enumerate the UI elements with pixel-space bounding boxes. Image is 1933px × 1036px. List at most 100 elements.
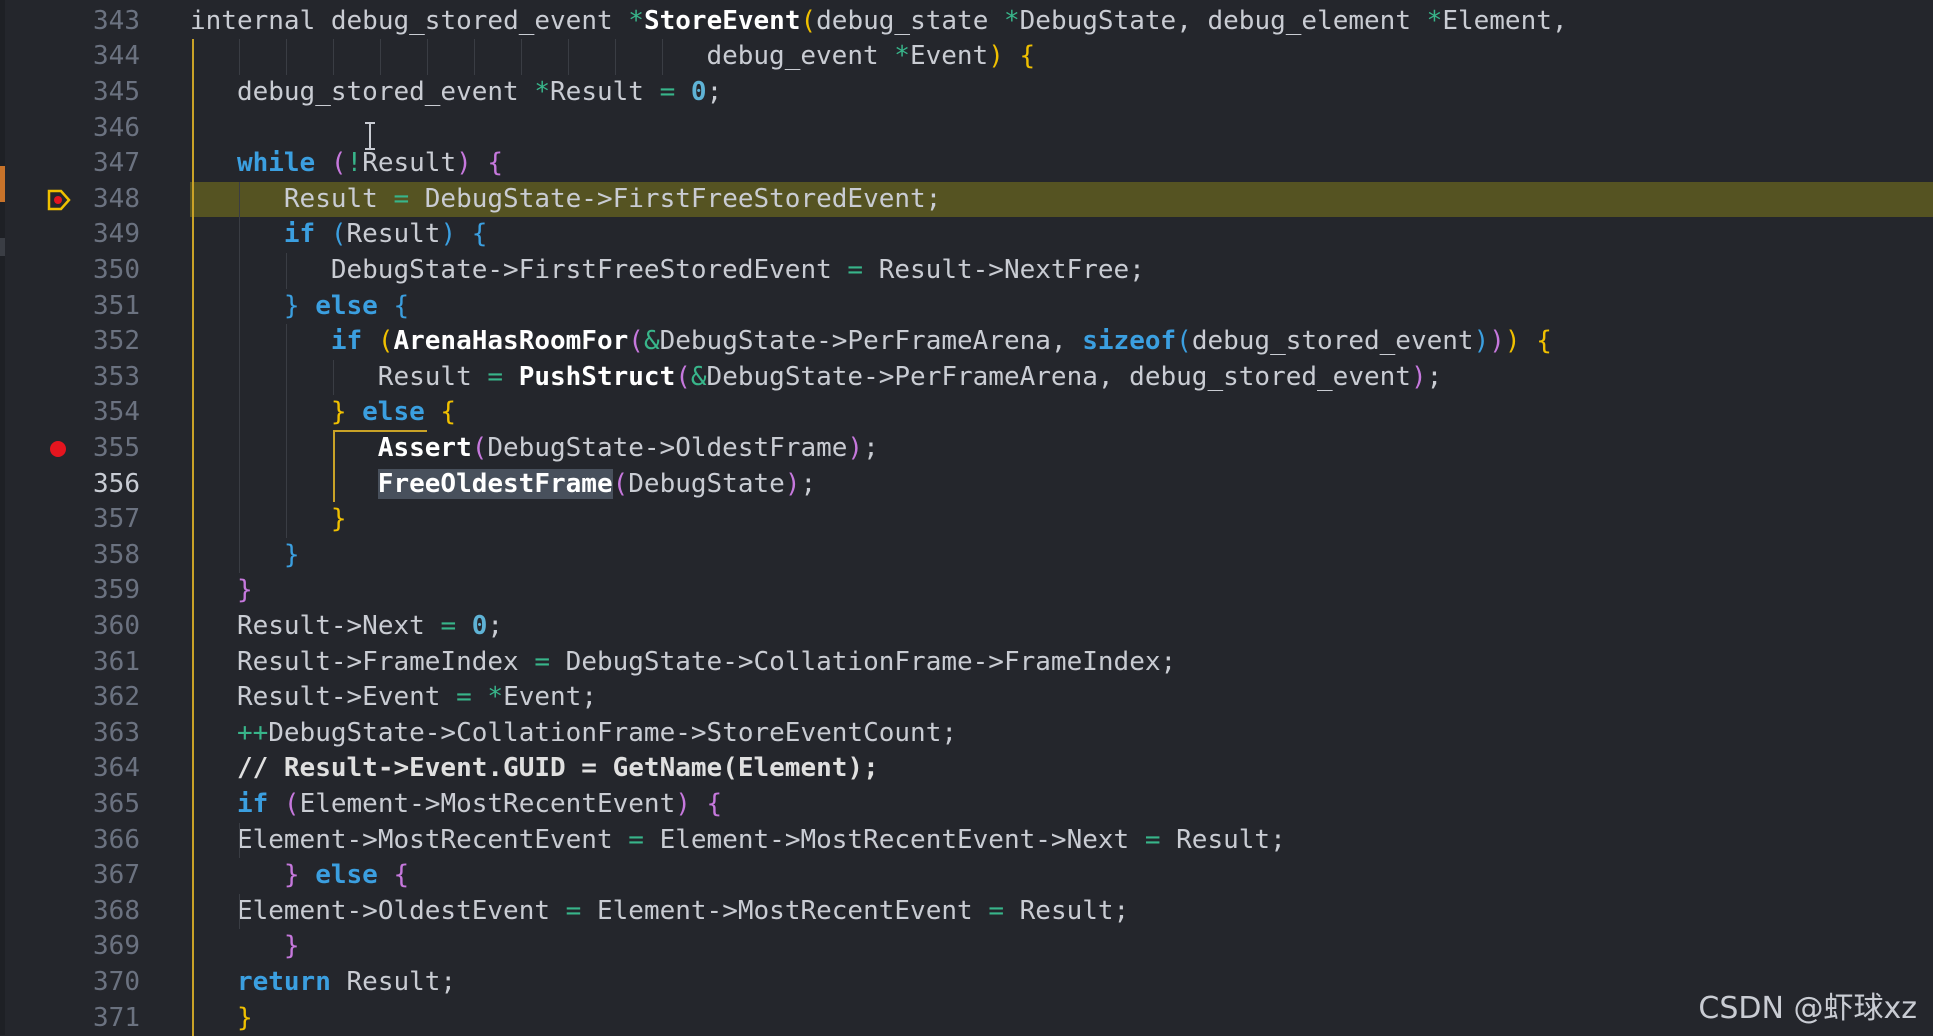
code-line[interactable]: 346 <box>0 111 1933 147</box>
code-token: Element->MostRecentEvent <box>299 789 676 819</box>
code-editor[interactable]: 343 internal debug_stored_event *StoreEve… <box>0 0 1933 1036</box>
code-text: internal debug_stored_event *StoreEvent(… <box>190 4 1568 40</box>
code-line[interactable]: 370 return Result; <box>0 965 1933 1001</box>
code-text: debug_event *Event) { <box>706 39 1035 75</box>
code-token: ) <box>784 468 801 499</box>
code-token: else <box>315 290 378 321</box>
code-token: } <box>283 860 300 891</box>
code-line[interactable]: 360 Result->Next = 0; <box>0 609 1933 645</box>
code-token: Result <box>362 148 457 179</box>
code-line[interactable]: 356 FreeOldestFrame(DebugState); <box>0 467 1933 503</box>
code-line[interactable]: 345 debug_stored_event *Result = 0; <box>0 75 1933 111</box>
code-token: ) <box>988 41 1004 72</box>
code-token: = <box>565 895 582 926</box>
code-line[interactable]: 357} <box>0 502 1933 538</box>
code-line[interactable]: 364 // Result->Event.GUID = GetName(Eleme… <box>0 751 1933 787</box>
code-line[interactable]: 354} else { <box>0 395 1933 431</box>
code-line[interactable]: 367} else { <box>0 858 1933 894</box>
code-token: ; <box>800 468 817 499</box>
code-text: } <box>284 538 300 574</box>
code-token: debug_stored_event <box>236 77 535 107</box>
code-token: FreeOldestFrame <box>377 468 613 499</box>
line-number: 357 <box>93 504 140 535</box>
code-token: if <box>283 219 316 250</box>
code-token: Result; <box>1160 824 1286 855</box>
code-line[interactable]: 363 ++DebugState->CollationFrame->StoreEv… <box>0 716 1933 752</box>
code-line[interactable]: 353 Result = PushStruct(&DebugState->PerF… <box>0 360 1933 396</box>
breakpoint-icon[interactable] <box>50 441 66 457</box>
code-token: * <box>487 682 504 713</box>
code-text: Result->Event = *Event; <box>237 680 597 716</box>
code-token: { <box>377 290 410 321</box>
line-number: 356 <box>93 468 140 499</box>
text-cursor-icon <box>365 122 375 150</box>
line-number: 343 <box>93 5 140 36</box>
line-number: 365 <box>93 789 140 819</box>
code-token: = <box>659 77 676 107</box>
code-token: Event; <box>503 682 597 713</box>
code-line[interactable]: 359} <box>0 573 1933 609</box>
code-text: FreeOldestFrame(DebugState); <box>377 467 817 503</box>
code-token: ( <box>471 433 488 463</box>
code-token: DebugState, debug_element <box>1019 5 1427 36</box>
code-line[interactable]: 368 Element->OldestEvent = Element->MostR… <box>0 894 1933 930</box>
code-token: 0 <box>471 611 488 641</box>
code-token: Result->FrameIndex <box>236 646 535 677</box>
code-line[interactable]: 351} else { <box>0 289 1933 325</box>
code-line[interactable]: 352 if (ArenaHasRoomFor(&DebugState->PerF… <box>0 324 1933 360</box>
code-token: & <box>690 361 707 392</box>
code-token: Result; <box>330 967 457 997</box>
code-token: ( <box>675 361 691 392</box>
code-token: { <box>456 219 488 250</box>
code-token: DebugState->OldestFrame <box>487 433 848 463</box>
code-text: } <box>237 1001 253 1036</box>
line-number: 368 <box>93 895 140 926</box>
code-token: { <box>471 148 504 179</box>
code-token: ! <box>346 148 363 179</box>
code-line[interactable]: 369} <box>0 929 1933 965</box>
code-token: Element->MostRecentEvent <box>581 895 989 926</box>
indent-guide <box>238 39 240 75</box>
code-token: ( <box>612 468 629 499</box>
code-line[interactable]: 361 Result->FrameIndex = DebugState->Coll… <box>0 645 1933 681</box>
line-number: 367 <box>93 860 140 891</box>
code-line[interactable]: 349 if (Result) { <box>0 217 1933 253</box>
execution-pointer-icon[interactable] <box>46 188 72 212</box>
code-token: Result <box>283 183 394 214</box>
indent-guide <box>192 39 194 1036</box>
line-number: 351 <box>93 290 140 321</box>
indent-guide <box>332 359 334 396</box>
code-line[interactable]: 344 debug_event *Event) { <box>0 39 1933 75</box>
line-number: 359 <box>93 575 140 606</box>
code-token: * <box>534 77 551 107</box>
code-line[interactable]: 366 Element->MostRecentEvent = Element->M… <box>0 823 1933 859</box>
code-line[interactable]: 350 DebugState->FirstFreeStoredEvent = Re… <box>0 253 1933 289</box>
code-token: = <box>440 611 457 641</box>
code-line[interactable]: 343 internal debug_stored_event *StoreEve… <box>0 4 1933 40</box>
code-token: 0 <box>690 77 707 107</box>
code-line[interactable]: 362 Result->Event = *Event; <box>0 680 1933 716</box>
code-line[interactable]: 365 if (Element->MostRecentEvent) { <box>0 787 1933 823</box>
code-line[interactable]: 355 Assert(DebugState->OldestFrame); <box>0 431 1933 467</box>
code-token: Element->MostRecentEvent <box>236 824 629 855</box>
indent-guide <box>567 39 569 75</box>
code-line[interactable]: 371} <box>0 1001 1933 1036</box>
code-text: Result = DebugState->FirstFreeStoredEven… <box>284 182 941 218</box>
line-number: 345 <box>93 77 140 107</box>
code-token: DebugState->CollationFrame->FrameIndex; <box>550 646 1177 677</box>
indent-guide <box>379 39 381 75</box>
code-token: ( <box>628 326 644 357</box>
code-token: Result <box>377 361 488 392</box>
indent-guide <box>332 39 334 75</box>
code-line[interactable]: 358} <box>0 538 1933 574</box>
code-token: ; <box>487 611 504 641</box>
line-number: 358 <box>93 539 140 570</box>
code-token: } <box>236 1002 253 1033</box>
code-line[interactable]: 347 while (!Result) { <box>0 146 1933 182</box>
code-line[interactable]: 348 Result = DebugState->FirstFreeStoredE… <box>0 181 1933 218</box>
code-token: if <box>236 789 269 819</box>
code-text: Result->Next = 0; <box>237 609 503 645</box>
code-token: ) <box>440 219 457 250</box>
line-number: 346 <box>93 112 140 143</box>
